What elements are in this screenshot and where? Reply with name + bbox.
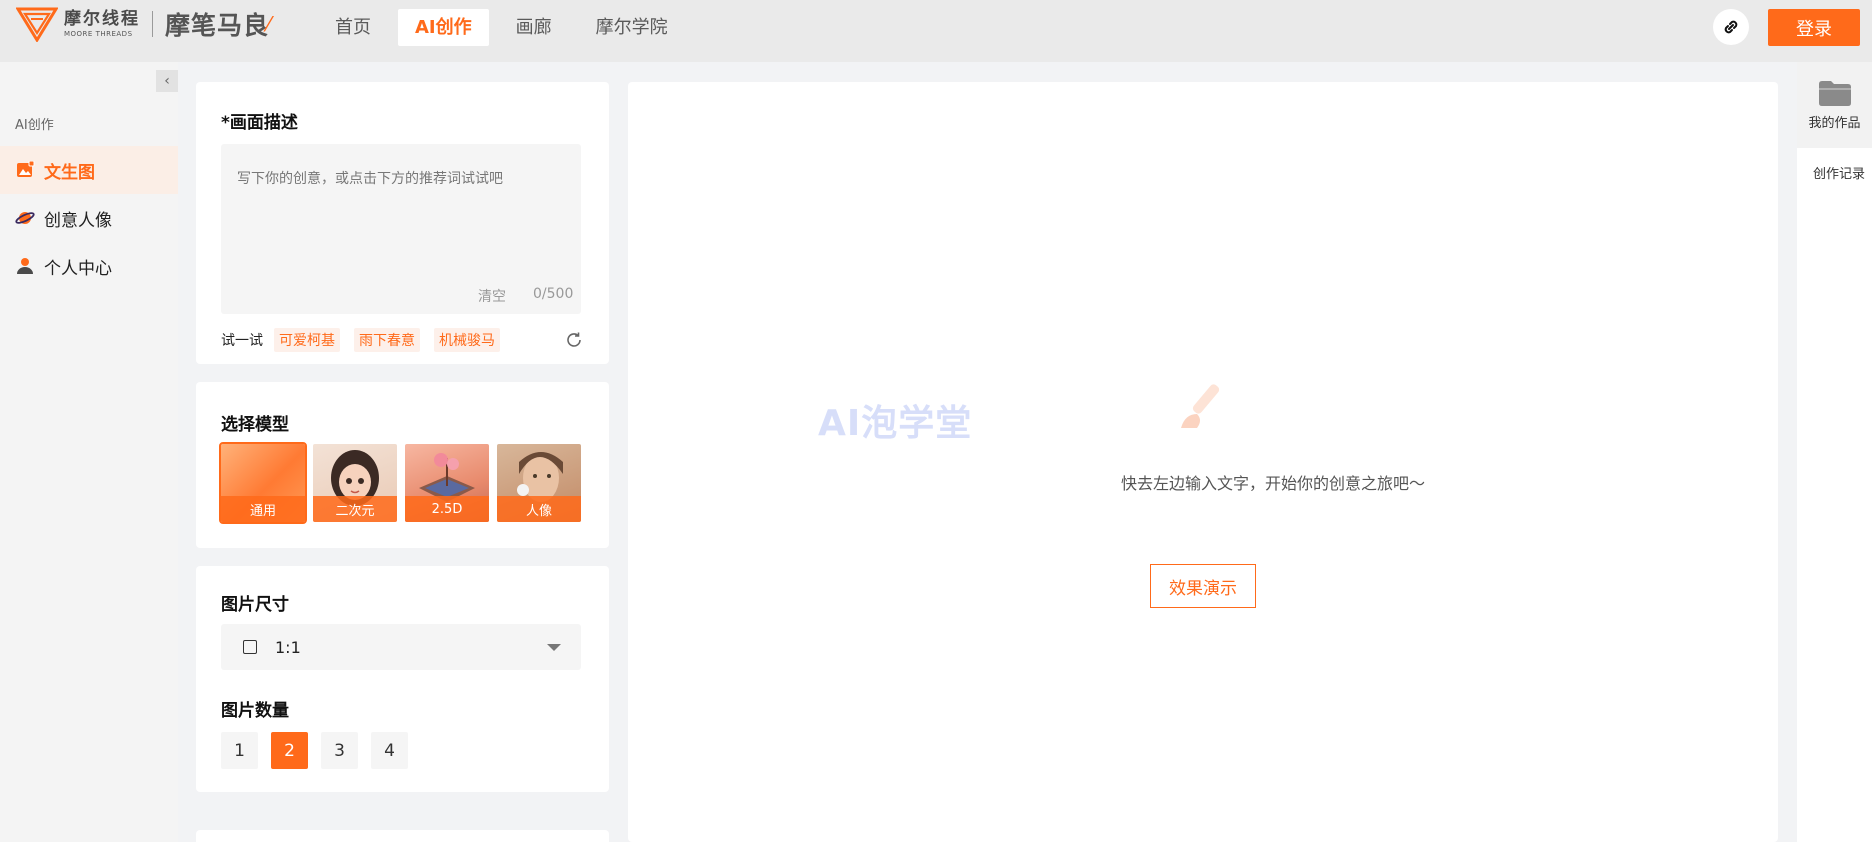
model-title: 选择模型 xyxy=(221,415,289,435)
link-button[interactable] xyxy=(1713,9,1749,45)
model-label: 2.5D xyxy=(405,496,489,522)
sidebar-item-text-to-image[interactable]: 文生图 xyxy=(0,146,178,194)
sidebar-item-label: 文生图 xyxy=(44,162,95,183)
demo-button[interactable]: 效果演示 xyxy=(1150,564,1256,608)
prompt-input[interactable]: 写下你的创意，或点击下方的推荐词试试吧 清空 0/500 xyxy=(221,144,581,314)
count-option-3[interactable]: 3 xyxy=(321,732,358,769)
next-card xyxy=(196,830,609,842)
clear-button[interactable]: 清空 xyxy=(478,286,506,306)
sidebar-menu: 文生图 创意人像 个人中心 xyxy=(0,146,178,290)
size-value: 1:1 xyxy=(275,637,301,657)
model-label: 人像 xyxy=(497,496,581,522)
my-works-label: 我的作品 xyxy=(1808,116,1861,131)
model-option-2-5d[interactable]: 2.5D xyxy=(405,444,489,522)
top-header: 摩尔线程 MOORE THREADS 摩笔马良 ⁄ 首页 AI创作 画廊 摩尔学… xyxy=(0,0,1872,62)
prompt-title: *画面描述 xyxy=(221,113,298,133)
settings-card: 图片尺寸 1:1 图片数量 1 2 3 4 xyxy=(196,566,609,792)
sidebar-item-creative-portrait[interactable]: 创意人像 xyxy=(0,194,178,242)
sidebar-heading: AI创作 xyxy=(15,118,54,133)
nav-ai-create[interactable]: AI创作 xyxy=(398,9,489,46)
right-sidebar: 我的作品 创作记录 xyxy=(1797,62,1872,842)
result-canvas: AI泡学堂 快去左边输入文字，开始你的创意之旅吧～ 效果演示 xyxy=(628,82,1778,842)
prompt-card: *画面描述 写下你的创意，或点击下方的推荐词试试吧 清空 0/500 试一试 可… xyxy=(196,82,609,364)
try-label: 试一试 xyxy=(221,333,263,349)
nav-gallery[interactable]: 画廊 xyxy=(499,9,569,46)
brand-name: 摩笔马良 xyxy=(165,11,270,40)
suggestion-tag[interactable]: 雨下春意 xyxy=(354,328,420,352)
count-options: 1 2 3 4 xyxy=(221,732,421,769)
sidebar-item-label: 个人中心 xyxy=(44,258,112,279)
main-nav: 首页 AI创作 画廊 摩尔学院 xyxy=(318,9,695,46)
suggestion-tag[interactable]: 机械骏马 xyxy=(434,328,500,352)
size-title: 图片尺寸 xyxy=(221,595,289,615)
folder-icon xyxy=(1818,81,1851,106)
creation-record-link[interactable]: 创作记录 xyxy=(1813,163,1865,182)
count-option-4[interactable]: 4 xyxy=(371,732,408,769)
chevron-down-icon xyxy=(547,644,561,651)
logo-en-text: MOORE THREADS xyxy=(64,29,133,38)
brush-stroke-icon: ⁄ xyxy=(267,12,271,36)
square-ratio-icon xyxy=(243,640,257,654)
user-icon xyxy=(15,256,35,276)
refresh-icon[interactable] xyxy=(565,331,583,349)
nav-home[interactable]: 首页 xyxy=(318,9,388,46)
empty-state-hint: 快去左边输入文字，开始你的创意之旅吧～ xyxy=(1120,474,1425,493)
sidebar-item-personal-center[interactable]: 个人中心 xyxy=(0,242,178,290)
image-edit-icon xyxy=(15,160,35,180)
model-label: 通用 xyxy=(221,496,305,522)
model-options: 通用 二次元 2.5D 人像 xyxy=(219,442,589,524)
count-title: 图片数量 xyxy=(221,701,289,721)
model-label: 二次元 xyxy=(313,496,397,522)
chevron-left-icon: ‹ xyxy=(164,73,170,89)
watermark-text: AI泡学堂 xyxy=(818,403,973,444)
logo-divider xyxy=(152,11,153,37)
moore-threads-logo-icon xyxy=(16,7,58,42)
model-option-portrait[interactable]: 人像 xyxy=(497,444,581,522)
model-option-general[interactable]: 通用 xyxy=(219,442,307,524)
brush-watermark-icon xyxy=(1181,384,1220,428)
link-icon xyxy=(1724,20,1738,34)
char-counter: 0/500 xyxy=(533,286,574,302)
collapse-sidebar-button[interactable]: ‹ xyxy=(156,70,178,92)
model-card: 选择模型 通用 二次元 2.5D 人像 xyxy=(196,382,609,548)
login-button[interactable]: 登录 xyxy=(1768,9,1860,46)
sidebar-item-label: 创意人像 xyxy=(44,210,112,231)
suggestion-tag[interactable]: 可爱柯基 xyxy=(274,328,340,352)
logo[interactable]: 摩尔线程 MOORE THREADS 摩笔马良 ⁄ xyxy=(16,6,270,42)
logo-cn-text: 摩尔线程 xyxy=(64,8,140,29)
model-option-anime[interactable]: 二次元 xyxy=(313,444,397,522)
nav-academy[interactable]: 摩尔学院 xyxy=(579,9,685,46)
left-sidebar: ‹ AI创作 文生图 创意人像 个人中心 xyxy=(0,62,178,842)
prompt-placeholder: 写下你的创意，或点击下方的推荐词试试吧 xyxy=(237,171,503,187)
planet-icon xyxy=(15,208,35,228)
count-option-2[interactable]: 2 xyxy=(271,732,308,769)
count-option-1[interactable]: 1 xyxy=(221,732,258,769)
size-select[interactable]: 1:1 xyxy=(221,624,581,670)
my-works-button[interactable]: 我的作品 xyxy=(1797,62,1872,148)
try-suggestions: 试一试 可爱柯基 雨下春意 机械骏马 xyxy=(221,328,583,352)
